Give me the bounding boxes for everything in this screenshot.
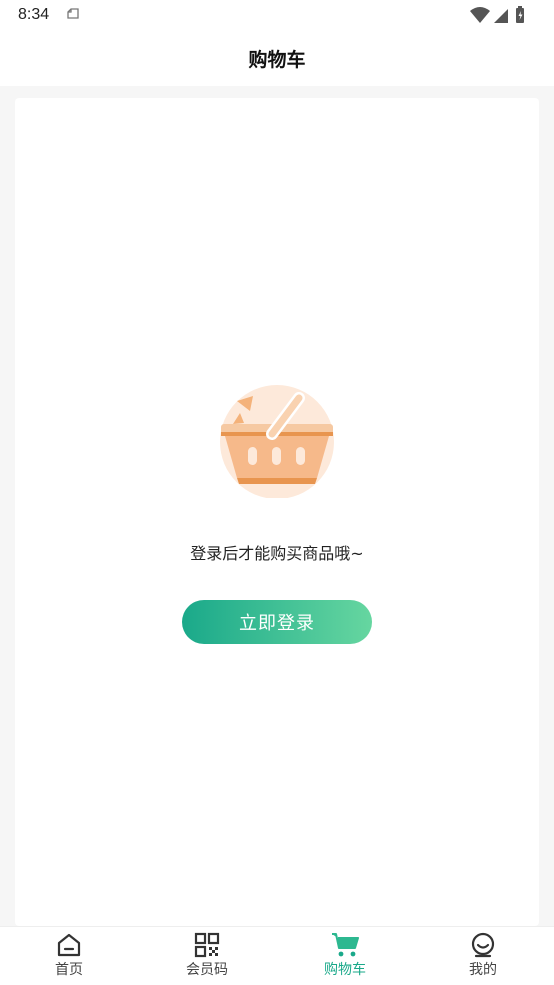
tab-label: 购物车 xyxy=(324,962,366,978)
tab-label: 我的 xyxy=(469,962,497,978)
signal-icon xyxy=(494,9,508,23)
status-time: 8:34 xyxy=(18,6,50,23)
header: 购物车 xyxy=(0,30,554,86)
tab-label: 会员码 xyxy=(186,962,228,978)
profile-icon xyxy=(471,932,495,958)
qr-code-icon xyxy=(194,932,220,958)
page-title: 购物车 xyxy=(248,49,306,71)
login-button[interactable]: 立即登录 xyxy=(182,600,372,644)
tab-profile[interactable]: 我的 xyxy=(414,927,552,985)
home-icon xyxy=(57,933,81,957)
status-icons xyxy=(470,6,524,23)
status-bar: 8:34 xyxy=(0,0,554,30)
empty-cart-message: 登录后才能购买商品哦~ xyxy=(190,544,364,563)
tab-cart[interactable]: 购物车 xyxy=(276,927,414,985)
tab-label: 首页 xyxy=(55,962,83,978)
tab-home[interactable]: 首页 xyxy=(0,927,138,985)
notification-icon xyxy=(67,8,79,19)
cart-content-card: 登录后才能购买商品哦~ 立即登录 xyxy=(15,98,539,926)
bottom-tab-bar: 首页 会员码 购物车 我的 xyxy=(0,926,554,985)
tab-member-code[interactable]: 会员码 xyxy=(138,927,276,985)
wifi-icon xyxy=(470,7,490,23)
battery-icon xyxy=(516,6,524,23)
cart-icon xyxy=(332,933,359,957)
empty-basket-icon xyxy=(220,385,334,498)
